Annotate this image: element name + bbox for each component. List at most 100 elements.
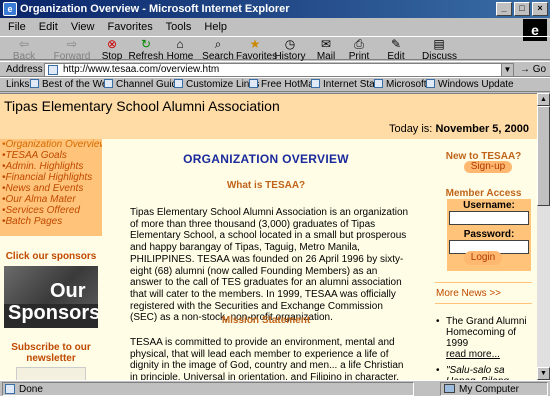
vertical-scrollbar[interactable]: ▲ ▼ xyxy=(537,93,550,380)
window-title: Organization Overview - Microsoft Intern… xyxy=(20,3,290,15)
sponsors-banner-word-2: Sponsors xyxy=(8,302,98,324)
address-label: Address xyxy=(6,64,43,75)
address-url: http://www.tesaa.com/overview.htm xyxy=(63,64,220,75)
link-internet-start[interactable]: Internet Start xyxy=(311,78,381,91)
discuss-icon: ▤ xyxy=(433,37,445,51)
link-customize-links[interactable]: Customize Links xyxy=(174,78,259,91)
what-is-text: Tipas Elementary School Alumni Associati… xyxy=(130,207,409,324)
close-button[interactable]: × xyxy=(532,2,548,16)
stop-icon: ⊗ xyxy=(106,37,118,51)
link-microsoft[interactable]: Microsoft xyxy=(374,78,427,91)
nav-services-offered[interactable]: •Services Offered xyxy=(0,205,102,216)
status-text: Done xyxy=(2,382,414,396)
refresh-button[interactable]: ↻ Refresh xyxy=(128,37,164,63)
page-viewport: Tipas Elementary School Alumni Associati… xyxy=(0,93,537,380)
printer-icon: ⎙ xyxy=(354,37,364,51)
back-arrow-icon: ⇦ xyxy=(18,37,30,51)
link-free-hotmail[interactable]: Free HotMail xyxy=(249,78,318,91)
address-dropdown-icon[interactable]: ▼ xyxy=(501,64,513,76)
nav-financial-highlights[interactable]: •Financial Highlights xyxy=(0,172,102,183)
print-button[interactable]: ⎙ Print xyxy=(346,37,372,63)
site-title: Tipas Elementary School Alumni Associati… xyxy=(4,98,280,114)
links-bar: Links Best of the Web Channel Guide Cust… xyxy=(0,77,550,92)
link-icon xyxy=(30,79,39,88)
news-item-title: The Grand Alumni Homecoming of 1999 xyxy=(446,316,527,349)
forward-button[interactable]: ⇨ Forward xyxy=(50,37,94,63)
go-button[interactable]: → Go xyxy=(520,64,546,75)
menu-edit[interactable]: Edit xyxy=(39,21,58,33)
login-button[interactable]: Login xyxy=(464,251,502,265)
link-icon xyxy=(311,79,320,88)
menu-favorites[interactable]: Favorites xyxy=(108,21,153,33)
minimize-button[interactable]: _ xyxy=(496,2,512,16)
divider xyxy=(435,282,532,283)
scroll-down-arrow-icon[interactable]: ▼ xyxy=(537,367,550,380)
divider xyxy=(435,303,532,304)
nav-tesaa-goals[interactable]: •TESAA Goals xyxy=(0,150,102,161)
menu-bar: File Edit View Favorites Tools Help xyxy=(0,18,550,36)
link-icon xyxy=(426,79,435,88)
newsletter-thumbnail[interactable] xyxy=(16,367,86,380)
what-is-heading: What is TESAA? xyxy=(226,180,306,191)
link-channel-guide[interactable]: Channel Guide xyxy=(104,78,183,91)
link-icon xyxy=(249,79,258,88)
read-more-link[interactable]: read more... xyxy=(446,349,534,360)
link-windows-update[interactable]: Windows Update xyxy=(426,78,514,91)
edit-icon: ✎ xyxy=(390,37,402,51)
bullet-icon: • xyxy=(436,316,440,327)
discuss-button[interactable]: ▤ Discuss xyxy=(422,37,457,63)
menu-view[interactable]: View xyxy=(71,21,95,33)
signup-button[interactable]: Sign-up xyxy=(464,161,512,173)
more-news-link[interactable]: More News >> xyxy=(436,288,501,299)
nav-batch-pages[interactable]: •Batch Pages xyxy=(0,216,102,227)
nav-news-and-events[interactable]: •News and Events xyxy=(0,183,102,194)
back-button[interactable]: ⇦ Back xyxy=(4,37,44,63)
sponsors-banner[interactable]: Our Sponsors xyxy=(4,266,98,328)
edit-button[interactable]: ✎ Edit xyxy=(384,37,408,63)
page-heading: ORGANIZATION OVERVIEW xyxy=(183,152,349,166)
newsletter-header: Subscribe to our newsletter xyxy=(11,342,91,364)
maximize-button[interactable]: □ xyxy=(514,2,530,16)
left-sidebar: Click our sponsors Our Sponsors Subscrib… xyxy=(0,236,102,380)
sponsors-header: Click our sponsors xyxy=(5,251,97,262)
mail-icon: ✉ xyxy=(320,37,332,51)
menu-file[interactable]: File xyxy=(8,21,26,33)
menu-help[interactable]: Help xyxy=(204,21,227,33)
ie-app-icon[interactable]: e xyxy=(3,2,17,16)
nav-our-alma-mater[interactable]: •Our Alma Mater xyxy=(0,194,102,205)
link-best-of-web[interactable]: Best of the Web xyxy=(30,78,113,91)
mission-heading: Mission Statement xyxy=(221,315,311,326)
link-icon xyxy=(374,79,383,88)
right-sidebar: New to TESAA? Sign-up Member Access User… xyxy=(430,139,537,380)
news-item: • "Salu-salo sa Hapag, Bilang Pasasalama… xyxy=(436,365,534,380)
history-button[interactable]: ◷ History xyxy=(274,37,306,63)
scroll-thumb[interactable] xyxy=(537,106,550,206)
link-icon xyxy=(104,79,113,88)
links-label: Links xyxy=(6,79,30,90)
mail-button[interactable]: ✉ Mail xyxy=(312,37,340,63)
username-input[interactable] xyxy=(449,211,529,225)
username-label: Username: xyxy=(463,200,515,211)
left-nav: •Organization Overview •TESAA Goals •Adm… xyxy=(0,139,107,236)
standard-toolbar: ⇦ Back ⇨ Forward ⊗ Stop ↻ Refresh ⌂ Home ⌕ Sea… xyxy=(0,36,550,63)
history-icon: ◷ xyxy=(284,37,296,51)
news-item-title: "Salu-salo sa Hapag, Bilang Pasasalamat" xyxy=(446,365,509,380)
security-zone: My Computer xyxy=(440,382,548,396)
home-icon: ⌂ xyxy=(176,37,184,51)
scroll-up-arrow-icon[interactable]: ▲ xyxy=(537,93,550,106)
home-button[interactable]: ⌂ Home xyxy=(166,37,194,63)
search-icon: ⌕ xyxy=(214,37,222,51)
menu-tools[interactable]: Tools xyxy=(166,21,192,33)
search-button[interactable]: ⌕ Search xyxy=(202,37,234,63)
refresh-icon: ↻ xyxy=(140,37,152,51)
sponsors-banner-word-1: Our xyxy=(50,280,86,302)
stop-button[interactable]: ⊗ Stop xyxy=(98,37,126,63)
nav-admin-highlights[interactable]: •Admin. Highlights xyxy=(0,161,102,172)
computer-icon xyxy=(444,384,455,393)
link-icon xyxy=(174,79,183,88)
title-bar: e Organization Overview - Microsoft Inte… xyxy=(0,0,550,18)
address-input[interactable]: http://www.tesaa.com/overview.htm ▼ xyxy=(44,63,514,77)
nav-organization-overview[interactable]: •Organization Overview xyxy=(0,139,107,150)
favorites-button[interactable]: ★ Favorites xyxy=(236,37,277,63)
news-item: • The Grand Alumni Homecoming of 1999 re… xyxy=(436,316,534,360)
